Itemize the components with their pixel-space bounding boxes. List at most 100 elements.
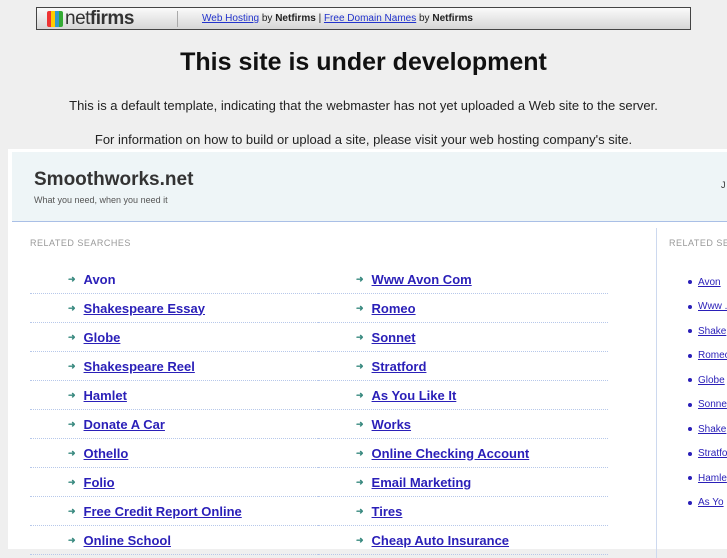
list-item[interactable]: Stratfo xyxy=(688,442,727,467)
arrow-icon: ➜ xyxy=(356,534,364,545)
related-link[interactable]: Sonnet xyxy=(372,330,416,345)
arrow-icon: ➜ xyxy=(356,447,364,458)
related-link[interactable]: Hamlet xyxy=(84,388,127,403)
list-item[interactable]: ➜ Othello xyxy=(30,439,320,468)
arrow-icon: ➜ xyxy=(356,418,364,429)
list-item[interactable]: Hamle xyxy=(688,466,727,491)
header-right-text: J xyxy=(721,180,726,190)
related-link[interactable]: Online Checking Account xyxy=(372,446,530,461)
bullet-icon xyxy=(688,402,692,407)
list-item[interactable]: Shake xyxy=(688,417,727,442)
arrow-icon: ➜ xyxy=(68,331,76,342)
list-item[interactable]: ➜ Free Credit Report Online xyxy=(30,497,320,526)
list-item[interactable]: ➜ Tires xyxy=(318,497,608,526)
bullet-icon xyxy=(688,353,692,358)
bullet-icon xyxy=(688,451,692,456)
related-link[interactable]: Shakespeare Reel xyxy=(84,359,195,374)
related-link[interactable]: Romeo xyxy=(698,350,727,361)
top-links: Web Hosting by Netfirms | Free Domain Na… xyxy=(202,13,473,24)
related-link[interactable]: Othello xyxy=(84,446,129,461)
arrow-icon: ➜ xyxy=(356,331,364,342)
list-item[interactable]: ➜ Sonnet xyxy=(318,323,608,352)
bullet-icon xyxy=(688,427,692,432)
list-item[interactable]: ➜ Online Checking Account xyxy=(318,439,608,468)
free-domain-link[interactable]: Free Domain Names xyxy=(324,13,416,24)
related-link[interactable]: Cheap Auto Insurance xyxy=(372,533,509,548)
related-link[interactable]: Shake xyxy=(698,424,726,435)
related-link[interactable]: Globe xyxy=(84,330,121,345)
bullet-icon xyxy=(688,500,692,505)
site-header: Smoothworks.net What you need, when you … xyxy=(12,152,727,222)
arrow-icon: ➜ xyxy=(356,302,364,313)
arrow-icon: ➜ xyxy=(356,476,364,487)
arrow-icon: ➜ xyxy=(68,360,76,371)
related-link[interactable]: Email Marketing xyxy=(372,475,472,490)
list-item[interactable]: ➜ Email Marketing xyxy=(318,468,608,497)
brand-text: Netfirms xyxy=(275,13,316,24)
related-link[interactable]: Www Avon Com xyxy=(372,272,472,287)
related-link[interactable]: As You Like It xyxy=(372,388,457,403)
related-list-right: ➜ Www Avon Com ➜ Romeo ➜ Sonnet ➜ Stratford ➜ As … xyxy=(318,265,608,555)
list-item[interactable]: ➜ Avon xyxy=(30,265,320,294)
related-link[interactable]: Avon xyxy=(698,277,721,288)
list-item[interactable]: Avon xyxy=(688,270,727,295)
page-title: This site is under development xyxy=(180,48,547,76)
arrow-icon: ➜ xyxy=(356,360,364,371)
related-link[interactable]: Shakespeare Essay xyxy=(84,301,205,316)
arrow-icon: ➜ xyxy=(68,418,76,429)
related-link[interactable]: Stratford xyxy=(372,359,427,374)
web-hosting-link[interactable]: Web Hosting xyxy=(202,13,259,24)
list-item[interactable]: ➜ Works xyxy=(318,410,608,439)
related-searches-label: RELATED SEARCHES xyxy=(30,238,131,248)
list-item[interactable]: ➜ Folio xyxy=(30,468,320,497)
related-link[interactable]: Sonne xyxy=(698,399,727,410)
related-link[interactable]: Tires xyxy=(372,504,403,519)
list-item[interactable]: ➜ Romeo xyxy=(318,294,608,323)
related-link[interactable]: Hamle xyxy=(698,473,727,484)
list-item[interactable]: Globe xyxy=(688,368,727,393)
pipe: | xyxy=(318,13,322,24)
related-link[interactable]: Free Credit Report Online xyxy=(84,504,242,519)
list-item[interactable]: ➜ Globe xyxy=(30,323,320,352)
related-link[interactable]: Online School xyxy=(84,533,171,548)
list-item[interactable]: ➜ Hamlet xyxy=(30,381,320,410)
related-link[interactable]: Works xyxy=(372,417,412,432)
list-item[interactable]: ➜ Shakespeare Reel xyxy=(30,352,320,381)
site-name[interactable]: Smoothworks.net xyxy=(34,169,193,191)
list-item[interactable]: Romeo xyxy=(688,344,727,369)
divider xyxy=(177,10,178,27)
by-text: by xyxy=(419,13,430,24)
related-link[interactable]: Avon xyxy=(84,272,116,287)
arrow-icon: ➜ xyxy=(68,389,76,400)
list-item[interactable]: Shake xyxy=(688,319,727,344)
column-divider xyxy=(656,228,657,558)
arrow-icon: ➜ xyxy=(68,534,76,545)
related-link[interactable]: Donate A Car xyxy=(84,417,165,432)
list-item[interactable]: ➜ Stratford xyxy=(318,352,608,381)
arrow-icon: ➜ xyxy=(356,505,364,516)
arrow-icon: ➜ xyxy=(356,273,364,284)
list-item[interactable]: Sonne xyxy=(688,393,727,418)
sidebar-related-label: RELATED SEA xyxy=(669,238,727,248)
related-link[interactable]: Stratfo xyxy=(698,448,727,459)
list-item[interactable]: ➜ Donate A Car xyxy=(30,410,320,439)
list-item[interactable]: ➜ Cheap Auto Insurance xyxy=(318,526,608,555)
bullet-icon xyxy=(688,378,692,383)
list-item[interactable]: ➜ Shakespeare Essay xyxy=(30,294,320,323)
list-item[interactable]: Www . xyxy=(688,295,727,320)
arrow-icon: ➜ xyxy=(68,505,76,516)
netfirms-logo[interactable]: net firms xyxy=(37,8,177,30)
list-item[interactable]: ➜ As You Like It xyxy=(318,381,608,410)
bullet-icon xyxy=(688,280,692,285)
list-item[interactable]: ➜ Online School xyxy=(30,526,320,555)
arrow-icon: ➜ xyxy=(68,273,76,284)
related-link[interactable]: Folio xyxy=(84,475,115,490)
related-link[interactable]: Www . xyxy=(698,301,727,312)
related-link[interactable]: Globe xyxy=(698,375,725,386)
netfirms-bar: net firms Web Hosting by Netfirms | Free … xyxy=(36,7,691,30)
list-item[interactable]: ➜ Www Avon Com xyxy=(318,265,608,294)
related-link[interactable]: Romeo xyxy=(372,301,416,316)
list-item[interactable]: As Yo xyxy=(688,491,727,516)
related-link[interactable]: As Yo xyxy=(698,497,724,508)
related-link[interactable]: Shake xyxy=(698,326,726,337)
